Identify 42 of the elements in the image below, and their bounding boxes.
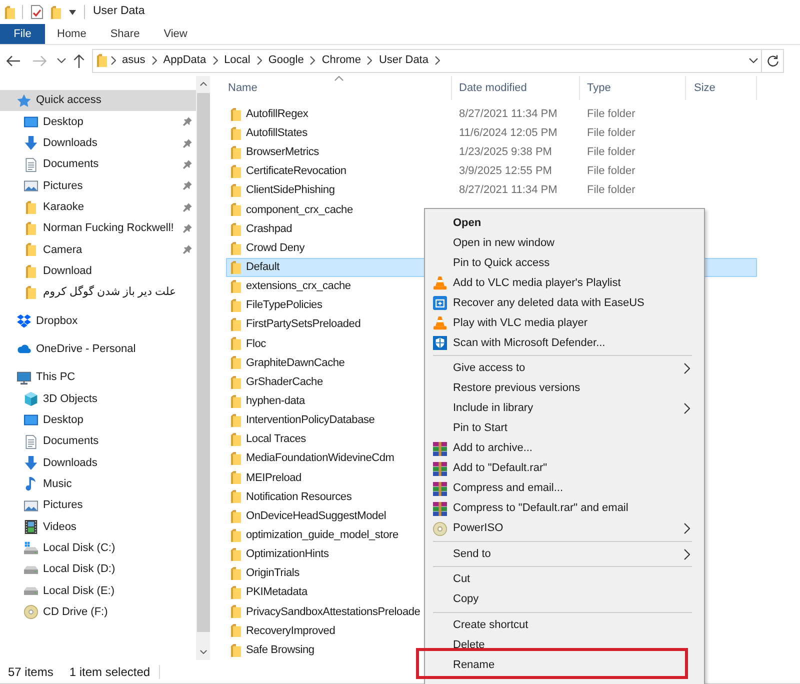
date-modified: 1/23/2025 9:38 PM bbox=[459, 146, 552, 158]
file-name: Floc bbox=[246, 336, 266, 352]
file-name: optimization_guide_model_store bbox=[246, 528, 398, 543]
file-name: ClientSidePhishing bbox=[246, 183, 335, 198]
file-name: PKIMetadata bbox=[246, 585, 308, 600]
status-text: 1 item selected bbox=[69, 664, 150, 680]
window-title: User Data bbox=[93, 4, 145, 20]
file-name: FileTypePolicies bbox=[246, 298, 322, 314]
file-name: OptimizationHints bbox=[246, 547, 329, 562]
item-type: File folder bbox=[587, 146, 636, 158]
file-name: AutofillRegex bbox=[246, 106, 308, 122]
status-text: 57 items bbox=[8, 664, 54, 680]
file-name: Notification Resources bbox=[246, 490, 352, 505]
file-name: Safe Browsing bbox=[246, 642, 314, 658]
file-name: OnDeviceHeadSuggestModel bbox=[246, 508, 386, 524]
file-name: FirstPartySetsPreloaded bbox=[246, 317, 361, 332]
item-type: File folder bbox=[587, 108, 636, 120]
file-name: OriginTrials bbox=[246, 566, 300, 582]
file-name: MediaFoundationWidevineCdm bbox=[246, 451, 394, 466]
file-name: AutofillStates bbox=[246, 126, 308, 142]
file-name: Local Traces bbox=[246, 432, 306, 448]
item-type: File folder bbox=[587, 184, 636, 196]
file-name: GraphiteDawnCache bbox=[246, 356, 345, 371]
file-name: extensions_crx_cache bbox=[246, 279, 351, 294]
file-name: component_crx_cache bbox=[246, 202, 353, 218]
date-modified: 11/6/2024 12:05 PM bbox=[459, 127, 558, 140]
file-name: hyphen-data bbox=[246, 394, 305, 410]
file-name: BrowserMetrics bbox=[246, 145, 319, 160]
file-name: InterventionPolicyDatabase bbox=[246, 413, 375, 428]
date-modified: 8/27/2021 11:34 PM bbox=[459, 184, 558, 196]
date-modified: 8/27/2021 11:34 PM bbox=[459, 108, 558, 120]
item-type: File folder bbox=[587, 165, 636, 178]
file-name: GrShaderCache bbox=[246, 374, 323, 390]
file-name: MEIPreload bbox=[246, 470, 302, 486]
file-name: Default bbox=[246, 260, 280, 276]
file-name: CertificateRevocation bbox=[246, 164, 346, 180]
item-type: File folder bbox=[587, 127, 636, 140]
file-name: Crowd Deny bbox=[246, 240, 305, 256]
file-name: Crashpad bbox=[246, 222, 292, 237]
file-name: PrivacySandboxAttestationsPreloade bbox=[246, 604, 420, 620]
date-modified: 3/9/2025 12:55 PM bbox=[459, 165, 552, 178]
file-name: RecoveryImproved bbox=[246, 624, 336, 639]
